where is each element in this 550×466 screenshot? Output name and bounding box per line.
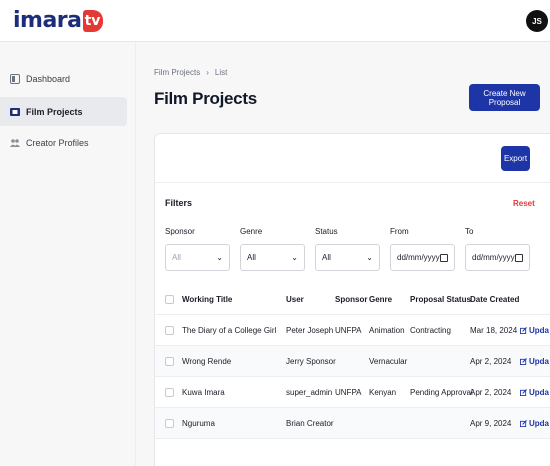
chevron-down-icon: ⌄ xyxy=(216,253,223,262)
sponsor-filter-label: Sponsor xyxy=(165,227,195,236)
update-label: Upda xyxy=(529,388,549,397)
sponsor-select[interactable]: All ⌄ xyxy=(165,244,230,271)
row-checkbox[interactable] xyxy=(165,326,174,335)
to-date-label: To xyxy=(465,227,474,236)
sidebar-item-label: Film Projects xyxy=(26,106,83,117)
breadcrumb: Film Projects › List xyxy=(154,68,227,77)
cell-genre: Vernacular xyxy=(369,357,408,366)
genre-filter-label: Genre xyxy=(240,227,263,236)
column-header-date-created[interactable]: Date Created xyxy=(470,284,519,315)
cell-proposal-status: Pending Approval xyxy=(410,388,473,397)
genre-select[interactable]: All ⌄ xyxy=(240,244,305,271)
cell-date-created: Mar 18, 2024 xyxy=(470,326,518,335)
projects-card: Export Filters Reset Sponsor Genre Statu… xyxy=(154,133,550,466)
sponsor-select-value: All xyxy=(172,253,181,262)
imara-tv-logo[interactable]: imara tv xyxy=(13,6,103,36)
update-link[interactable]: Upda xyxy=(520,377,549,408)
row-checkbox[interactable] xyxy=(165,388,174,397)
status-select[interactable]: All ⌄ xyxy=(315,244,380,271)
to-date-input[interactable]: dd/mm/yyyy xyxy=(465,244,530,271)
cell-user: Peter Joseph xyxy=(286,326,334,335)
update-link[interactable]: Upda xyxy=(520,408,549,439)
update-label: Upda xyxy=(529,326,549,335)
update-link[interactable]: Upda xyxy=(520,315,549,346)
edit-icon xyxy=(520,327,527,334)
table-row[interactable]: Kuwa Imara super_admin UNFPA Kenyan Pend… xyxy=(155,377,550,408)
create-new-proposal-button[interactable]: Create New Proposal xyxy=(469,84,540,111)
chevron-down-icon: ⌄ xyxy=(366,253,373,262)
breadcrumb-separator: › xyxy=(206,68,209,77)
genre-select-value: All xyxy=(247,253,256,262)
status-select-value: All xyxy=(322,253,331,262)
cell-genre: Kenyan xyxy=(369,388,397,397)
select-all-checkbox[interactable] xyxy=(165,295,174,304)
sidebar-item-label: Creator Profiles xyxy=(26,137,89,148)
column-header-sponsor[interactable]: Sponsor xyxy=(335,284,367,315)
logo-badge: tv xyxy=(82,10,103,32)
column-header-user[interactable]: User xyxy=(286,284,304,315)
table-row[interactable]: The Diary of a College Girl Peter Joseph… xyxy=(155,315,550,346)
page-title: Film Projects xyxy=(154,89,257,108)
users-icon xyxy=(10,138,20,148)
export-button[interactable]: Export xyxy=(501,146,530,171)
cell-sponsor: UNFPA xyxy=(335,388,362,397)
column-header-proposal-status[interactable]: Proposal Status xyxy=(410,284,471,315)
table-row[interactable]: Wrong Rende Jerry Sponsor Vernacular Apr… xyxy=(155,346,550,377)
update-label: Upda xyxy=(529,419,549,428)
update-label: Upda xyxy=(529,357,549,366)
cell-sponsor: UNFPA xyxy=(335,326,362,335)
sidebar-item-dashboard[interactable]: Dashboard xyxy=(0,64,127,93)
main-content: Film Projects › List Film Projects Creat… xyxy=(136,42,550,466)
dashboard-icon xyxy=(10,73,20,84)
filters-title: Filters xyxy=(165,198,193,208)
cell-genre: Animation xyxy=(369,326,405,335)
divider xyxy=(155,182,550,183)
cell-user: Brian Creator xyxy=(286,419,334,428)
column-header-working-title[interactable]: Working Title xyxy=(182,284,232,315)
row-checkbox[interactable] xyxy=(165,419,174,428)
cell-date-created: Apr 2, 2024 xyxy=(470,388,512,397)
to-date-value: dd/mm/yyyy xyxy=(472,253,515,262)
edit-icon xyxy=(520,420,527,427)
column-header-genre[interactable]: Genre xyxy=(369,284,392,315)
reset-filters-link[interactable]: Reset xyxy=(513,199,535,208)
film-icon xyxy=(10,107,20,117)
row-checkbox[interactable] xyxy=(165,357,174,366)
chevron-down-icon: ⌄ xyxy=(291,253,298,262)
cell-proposal-status: Contracting xyxy=(410,326,451,335)
cell-working-title: The Diary of a College Girl xyxy=(182,326,277,335)
cell-working-title: Nguruma xyxy=(182,419,215,428)
from-date-input[interactable]: dd/mm/yyyy xyxy=(390,244,455,271)
cell-date-created: Apr 2, 2024 xyxy=(470,357,512,366)
edit-icon xyxy=(520,358,527,365)
sidebar-item-creator-profiles[interactable]: Creator Profiles xyxy=(0,128,127,157)
calendar-icon[interactable] xyxy=(440,253,448,262)
sidebar-item-film-projects[interactable]: Film Projects xyxy=(0,97,127,126)
cell-working-title: Kuwa Imara xyxy=(182,388,225,397)
user-avatar[interactable]: JS xyxy=(526,10,548,32)
breadcrumb-parent[interactable]: Film Projects xyxy=(154,68,200,77)
cell-working-title: Wrong Rende xyxy=(182,357,232,366)
status-filter-label: Status xyxy=(315,227,338,236)
calendar-icon[interactable] xyxy=(515,253,523,262)
logo-wordmark: imara xyxy=(13,8,82,33)
table-header-row: Working Title User Sponsor Genre Proposa… xyxy=(155,284,550,315)
cell-date-created: Apr 9, 2024 xyxy=(470,419,512,428)
breadcrumb-current: List xyxy=(214,68,228,77)
cell-user: super_admin xyxy=(286,388,333,397)
top-bar: imara tv JS xyxy=(0,0,550,42)
from-date-label: From xyxy=(390,227,409,236)
sidebar-item-label: Dashboard xyxy=(26,73,71,84)
table-row[interactable]: Nguruma Brian Creator Apr 9, 2024 Upda xyxy=(155,408,550,439)
cell-user: Jerry Sponsor xyxy=(286,357,336,366)
sidebar: Dashboard Film Projects Creator Profiles xyxy=(0,42,136,466)
update-link[interactable]: Upda xyxy=(520,346,549,377)
from-date-value: dd/mm/yyyy xyxy=(397,253,440,262)
edit-icon xyxy=(520,389,527,396)
